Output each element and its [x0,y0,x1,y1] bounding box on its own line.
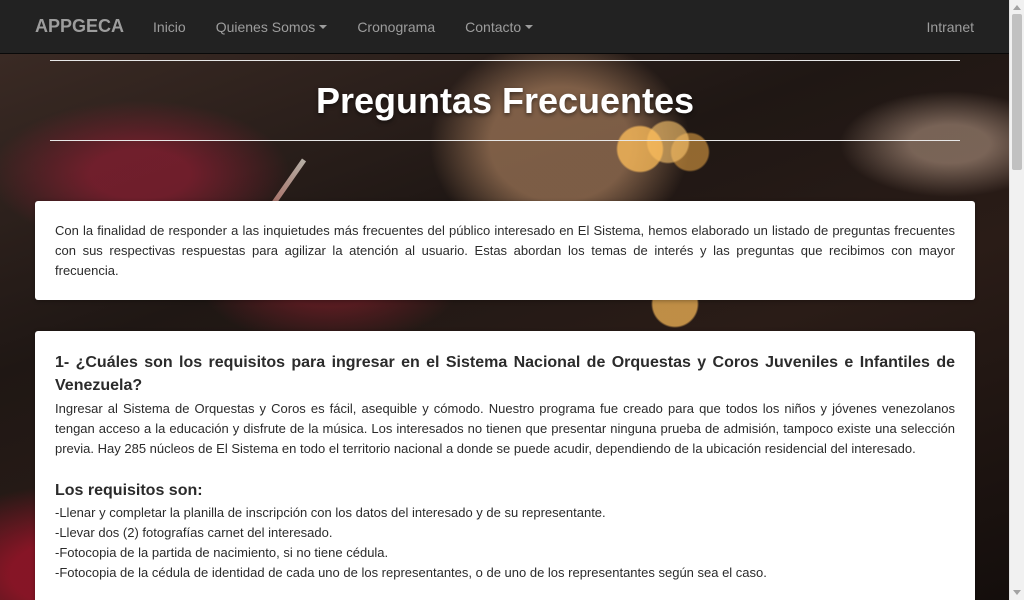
nav-item-contacto[interactable]: Contacto [450,0,548,54]
requirement-item: -Fotocopia de la partida de nacimiento, … [55,545,389,560]
nav-item-label: Intranet [926,18,974,35]
faq-question: 1- ¿Cuáles son los requisitos para ingre… [55,354,955,394]
header-divider-top [50,60,960,61]
faq-answer: Ingresar al Sistema de Orquestas y Coros… [55,401,955,456]
page-scrollbar[interactable] [1009,0,1024,600]
intro-panel: Con la finalidad de responder a las inqu… [35,201,975,300]
scroll-up-arrow-icon[interactable] [1013,5,1021,10]
requirement-item: -Llevar dos (2) fotografías carnet del i… [55,525,333,540]
faq-panel: 1- ¿Cuáles son los requisitos para ingre… [35,331,975,600]
brand-link[interactable]: APPGECA [35,16,124,37]
requirements-heading: Los requisitos son: [55,482,203,499]
page-title: Preguntas Frecuentes [315,80,695,121]
caret-down-icon [319,24,328,29]
nav-item-cronograma[interactable]: Cronograma [342,0,450,54]
header-divider-bottom [50,140,960,141]
navbar: APPGECA Inicio Quienes Somos Cronograma … [0,0,1009,54]
nav-item-quienes-somos[interactable]: Quienes Somos [201,0,343,54]
scrollbar-thumb[interactable] [1012,14,1022,170]
nav-item-label: Cronograma [357,18,436,35]
requirement-item: -Fotocopia de la cédula de identidad de … [55,565,767,580]
nav-item-label: Contacto [465,18,522,35]
nav-item-label: Quienes Somos [215,18,316,35]
caret-down-icon [525,24,534,29]
nav-item-intranet[interactable]: Intranet [912,0,989,54]
nav-item-label: Inicio [153,18,186,35]
requirement-item: -Llenar y completar la planilla de inscr… [55,505,606,520]
intro-text: Con la finalidad de responder a las inqu… [55,223,955,278]
nav-item-inicio[interactable]: Inicio [138,0,201,54]
scroll-down-arrow-icon[interactable] [1013,590,1021,595]
